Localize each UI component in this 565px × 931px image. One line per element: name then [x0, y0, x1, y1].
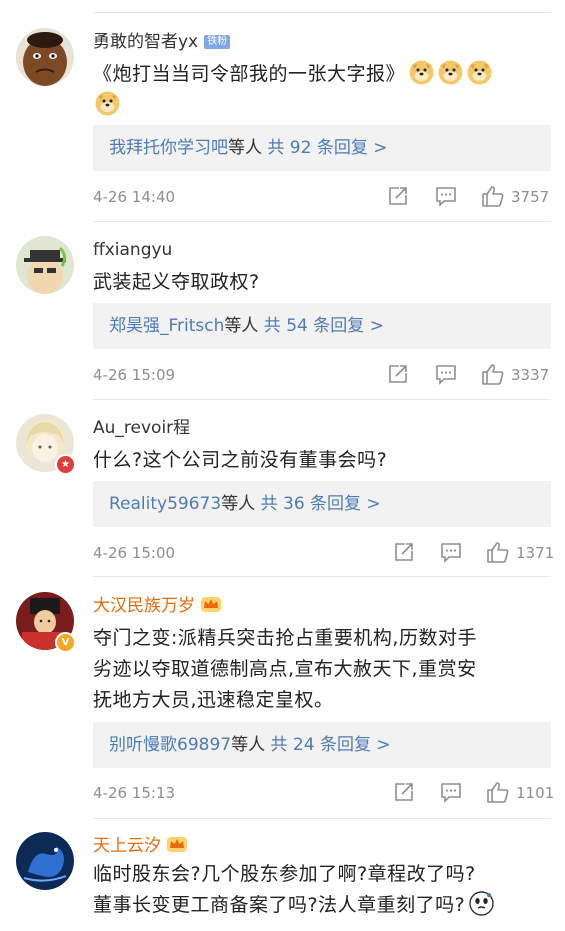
comment-item: 天上云汐 临时股东会?几个股东参加了啊?章程改了吗? 董事长变更工商备案了吗?法…: [0, 832, 565, 931]
comment-text: 临时股东会?几个股东参加了啊?章程改了吗? 董事长变更工商备案了吗?法人章重刻了…: [93, 859, 551, 921]
comment-icon[interactable]: [440, 781, 462, 805]
avatar[interactable]: [16, 236, 74, 294]
username-text[interactable]: 大汉民族万岁: [93, 596, 195, 616]
doge-icon: [467, 60, 492, 85]
reply-count-link[interactable]: 共 24 条回复 >: [271, 735, 391, 755]
reply-count-link[interactable]: 共 92 条回复 >: [267, 138, 387, 158]
reply-users-suffix: 等人: [228, 138, 262, 158]
replies-preview[interactable]: 郑昊强_Fritsch等人 共 54 条回复 >: [93, 303, 551, 349]
comment-item: ★ Au_revoir程 什么?这个公司之前没有董事会吗? Reality596…: [0, 414, 565, 574]
comment-footer: 4-26 15:09 3337: [93, 363, 551, 387]
comment-text-line-part: 董事长变更工商备案了吗?法人章重刻了吗?: [93, 894, 466, 916]
share-icon[interactable]: [387, 363, 409, 387]
share-icon[interactable]: [387, 185, 409, 209]
comment-text-line: 《炮打当当司令部我的一张大字报》: [93, 63, 406, 85]
comment-text-line: 抚地方大员,迅速稳定皇权。: [93, 689, 334, 711]
reply-users-suffix: 等人: [224, 316, 259, 336]
comment-icon[interactable]: [435, 185, 457, 209]
comment-icon[interactable]: [435, 363, 457, 387]
timestamp: 4-26 14:40: [93, 188, 176, 206]
like-count: 3337: [511, 366, 550, 384]
doge-icon: [409, 60, 434, 85]
comment-item: V 大汉民族万岁 夺门之变:派精兵突击抢占重要机构,历数对手 劣迹以夺取道德制高…: [0, 592, 565, 817]
comment-text-line: 临时股东会?几个股东参加了啊?章程改了吗?: [93, 863, 476, 885]
timestamp: 4-26 15:09: [93, 366, 176, 384]
like-count: 3757: [511, 188, 550, 206]
like-icon[interactable]: [481, 363, 505, 387]
red-star-badge-icon: ★: [55, 454, 76, 475]
like-icon[interactable]: [486, 541, 510, 565]
username-text[interactable]: 勇敢的智者yx: [93, 32, 198, 52]
username[interactable]: 勇敢的智者yx 铁粉: [93, 31, 231, 53]
like-count: 1101: [516, 784, 555, 802]
thinking-face-icon: [469, 891, 494, 916]
avatar[interactable]: [16, 832, 74, 890]
replies-preview[interactable]: 别听慢歌69897等人 共 24 条回复 >: [93, 722, 551, 768]
replies-preview[interactable]: 我拜托你学习吧等人 共 92 条回复 >: [93, 125, 551, 171]
doge-icon: [438, 60, 463, 85]
reply-users-suffix: 等人: [221, 494, 256, 514]
comment-text: 《炮打当当司令部我的一张大字报》: [93, 59, 551, 121]
comment-text: 什么?这个公司之前没有董事会吗?: [93, 449, 388, 471]
replies-preview[interactable]: Reality59673等人 共 36 条回复 >: [93, 481, 551, 527]
share-icon[interactable]: [393, 541, 415, 565]
vip-crown-icon: [166, 835, 188, 853]
share-icon[interactable]: [393, 781, 415, 805]
divider: [93, 221, 551, 222]
reply-users[interactable]: Reality59673: [109, 494, 221, 514]
username-text[interactable]: 天上云汐: [93, 836, 161, 856]
fan-badge: 铁粉: [204, 35, 231, 49]
divider: [93, 576, 551, 577]
top-divider: [93, 12, 551, 13]
username[interactable]: 天上云汐: [93, 835, 188, 857]
reply-users[interactable]: 别听慢歌69897: [109, 735, 231, 755]
timestamp: 4-26 15:13: [93, 784, 176, 802]
comment-text-line: 劣迹以夺取道德制高点,宣布大赦天下,重赏安: [93, 658, 477, 680]
avatar[interactable]: [16, 28, 74, 86]
comment-text-line: 夺门之变:派精兵突击抢占重要机构,历数对手: [93, 627, 477, 649]
comment-item: 勇敢的智者yx 铁粉 《炮打当当司令部我的一张大字报》 我拜托你学习吧等人 共 9…: [0, 28, 565, 218]
reply-count-link[interactable]: 共 36 条回复 >: [261, 494, 381, 514]
like-count: 1371: [516, 544, 555, 562]
doge-icon: [95, 91, 120, 116]
divider: [93, 818, 551, 819]
comment-footer: 4-26 15:00 1371: [93, 541, 555, 565]
username[interactable]: ffxiangyu: [93, 239, 172, 261]
verified-badge-icon: V: [55, 632, 76, 653]
reply-users[interactable]: 我拜托你学习吧: [109, 138, 228, 158]
like-icon[interactable]: [481, 185, 505, 209]
comment-footer: 4-26 15:13 1101: [93, 781, 555, 805]
username[interactable]: Au_revoir程: [93, 417, 190, 439]
vip-crown-icon: [200, 595, 222, 613]
comment-item: ffxiangyu 武装起义夺取政权? 郑昊强_Fritsch等人 共 54 条…: [0, 236, 565, 396]
comment-text: 夺门之变:派精兵突击抢占重要机构,历数对手 劣迹以夺取道德制高点,宣布大赦天下,…: [93, 623, 551, 716]
reply-count-link[interactable]: 共 54 条回复 >: [264, 316, 384, 336]
comment-text: 武装起义夺取政权?: [93, 271, 260, 293]
reply-users-suffix: 等人: [231, 735, 266, 755]
like-icon[interactable]: [486, 781, 510, 805]
comment-footer: 4-26 14:40 3757: [93, 185, 551, 209]
username[interactable]: 大汉民族万岁: [93, 595, 222, 617]
comment-text-line: 董事长变更工商备案了吗?法人章重刻了吗?: [93, 890, 551, 921]
timestamp: 4-26 15:00: [93, 544, 176, 562]
comment-icon[interactable]: [440, 541, 462, 565]
divider: [93, 399, 551, 400]
reply-users[interactable]: 郑昊强_Fritsch: [109, 316, 224, 336]
